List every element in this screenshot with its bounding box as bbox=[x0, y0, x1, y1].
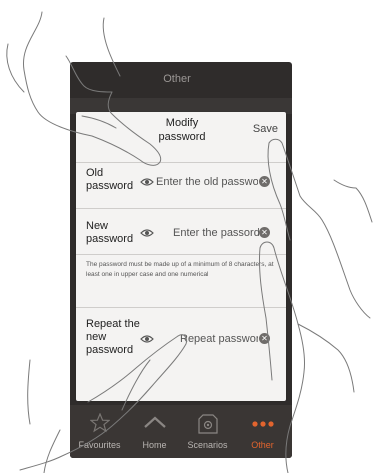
nav-label-other: Other bbox=[251, 440, 274, 450]
save-button[interactable]: Save bbox=[253, 123, 278, 135]
more-icon bbox=[251, 421, 274, 427]
nav-label-scenarios: Scenarios bbox=[187, 440, 228, 450]
dialog-title: Modify password bbox=[158, 117, 206, 143]
eye-icon[interactable] bbox=[140, 228, 154, 238]
bottom-nav: Favourites Home Scenarios Other bbox=[70, 405, 292, 458]
new-password-label: New password bbox=[86, 220, 134, 245]
clear-icon[interactable]: ✕ bbox=[259, 176, 270, 187]
separator bbox=[76, 307, 286, 308]
scenarios-icon bbox=[197, 414, 218, 434]
old-password-input[interactable]: Enter the old passwo bbox=[156, 176, 258, 188]
clear-icon[interactable]: ✕ bbox=[259, 227, 270, 238]
nav-label-home: Home bbox=[142, 440, 167, 450]
password-hint: The password must be made up of a minimu… bbox=[86, 261, 274, 278]
clear-icon[interactable]: ✕ bbox=[259, 333, 270, 344]
old-password-label: Old password bbox=[86, 167, 134, 192]
app-header: Other bbox=[70, 62, 292, 96]
separator bbox=[76, 254, 286, 255]
separator bbox=[76, 208, 286, 209]
nav-item-other[interactable]: Other bbox=[235, 405, 290, 458]
modify-password-dialog: Modify password Save Old password Enter … bbox=[76, 112, 286, 401]
star-icon bbox=[89, 413, 110, 433]
repeat-password-input[interactable]: Repeat passwor bbox=[180, 333, 258, 345]
new-password-input[interactable]: Enter the passord bbox=[173, 227, 259, 239]
nav-item-scenarios[interactable]: Scenarios bbox=[180, 405, 235, 458]
nav-item-favourites[interactable]: Favourites bbox=[72, 405, 127, 458]
app-title: Other bbox=[163, 73, 191, 85]
eye-icon[interactable] bbox=[140, 177, 154, 187]
separator bbox=[76, 162, 286, 163]
home-icon bbox=[143, 416, 166, 428]
nav-item-home[interactable]: Home bbox=[127, 405, 182, 458]
eye-icon[interactable] bbox=[140, 334, 154, 344]
repeat-password-label: Repeat the new password bbox=[86, 318, 140, 356]
nav-label-favourites: Favourites bbox=[78, 440, 121, 450]
